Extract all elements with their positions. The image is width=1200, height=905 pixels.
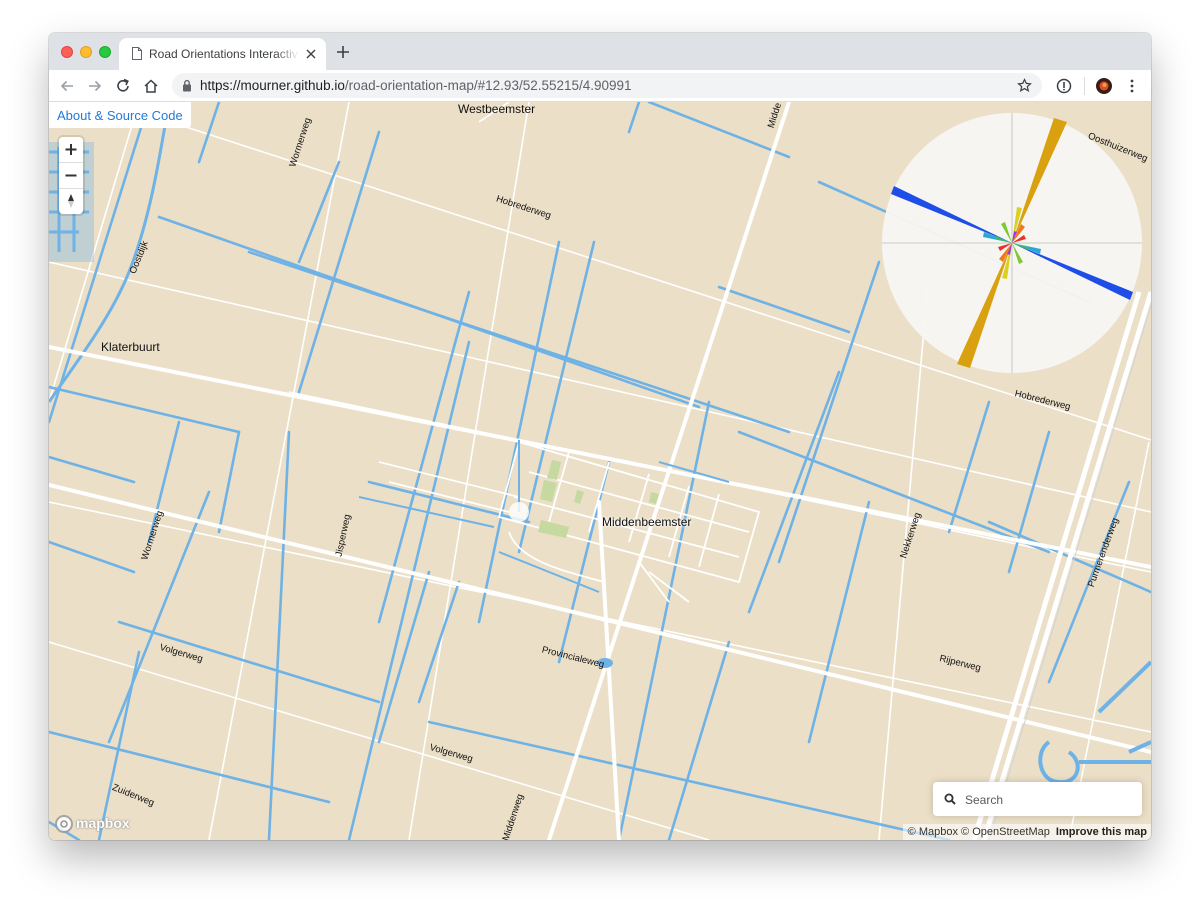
zoom-control — [59, 137, 83, 214]
zoom-out-button[interactable] — [59, 163, 83, 188]
compass-button[interactable] — [59, 189, 83, 214]
menu-kebab-icon[interactable] — [1123, 77, 1141, 95]
url-host: https://mourner.github.io — [200, 78, 345, 93]
place-label-middenbeemster: Middenbeemster — [602, 515, 692, 529]
bookmark-star-icon[interactable] — [1017, 78, 1032, 93]
plus-icon — [65, 144, 77, 155]
mapbox-logo[interactable]: mapbox — [54, 814, 132, 834]
page-icon — [132, 47, 142, 60]
browser-window: Road Orientations Interactive Map — [49, 33, 1151, 840]
close-window-button[interactable] — [61, 46, 73, 58]
home-icon[interactable] — [142, 77, 160, 95]
new-tab-icon[interactable] — [335, 44, 351, 60]
maximize-window-button[interactable] — [99, 46, 111, 58]
attribution-osm[interactable]: © OpenStreetMap — [961, 826, 1050, 838]
search-input[interactable] — [963, 790, 1137, 810]
url-path: /road-orientation-map/#12.93/52.55215/4.… — [344, 78, 632, 93]
close-tab-icon[interactable] — [305, 48, 317, 60]
minimize-window-button[interactable] — [80, 46, 92, 58]
toolbar-divider — [1084, 77, 1085, 95]
search-box — [933, 782, 1142, 816]
profile-avatar-icon[interactable] — [1095, 77, 1113, 95]
map-canvas[interactable]: Westbeemster Klaterbuurt Middenbeemster … — [49, 102, 1151, 840]
forward-icon[interactable] — [86, 77, 104, 95]
improve-map-link[interactable]: Improve this map — [1056, 826, 1147, 838]
url-text: https://mourner.github.io/road-orientati… — [200, 78, 632, 93]
about-source-link[interactable]: About & Source Code — [49, 102, 191, 128]
minus-icon — [65, 174, 77, 177]
town-blocks — [509, 502, 529, 522]
place-label-westbeemster: Westbeemster — [458, 102, 536, 116]
place-label-klaterbuurt: Klaterbuurt — [101, 340, 160, 354]
compass-icon — [68, 194, 74, 208]
toolbar: https://mourner.github.io/road-orientati… — [49, 70, 1151, 102]
zoom-in-button[interactable] — [59, 137, 83, 162]
attribution: © Mapbox © OpenStreetMap Improve this ma… — [902, 824, 1151, 840]
address-bar[interactable]: https://mourner.github.io/road-orientati… — [172, 73, 1042, 98]
tab-road-orientations[interactable]: Road Orientations Interactive Map — [119, 38, 326, 70]
tab-title: Road Orientations Interactive Map — [149, 47, 299, 61]
orientation-rose — [882, 113, 1142, 373]
mapbox-logo-text: mapbox — [76, 815, 130, 831]
back-icon[interactable] — [58, 77, 76, 95]
attribution-mapbox[interactable]: © Mapbox — [908, 826, 958, 838]
reload-icon[interactable] — [114, 77, 132, 95]
tab-strip: Road Orientations Interactive Map — [49, 33, 1151, 70]
search-icon — [944, 793, 956, 805]
lock-icon — [183, 79, 191, 92]
mapbox-logo-icon — [55, 815, 73, 833]
extension-icon[interactable] — [1055, 77, 1073, 95]
